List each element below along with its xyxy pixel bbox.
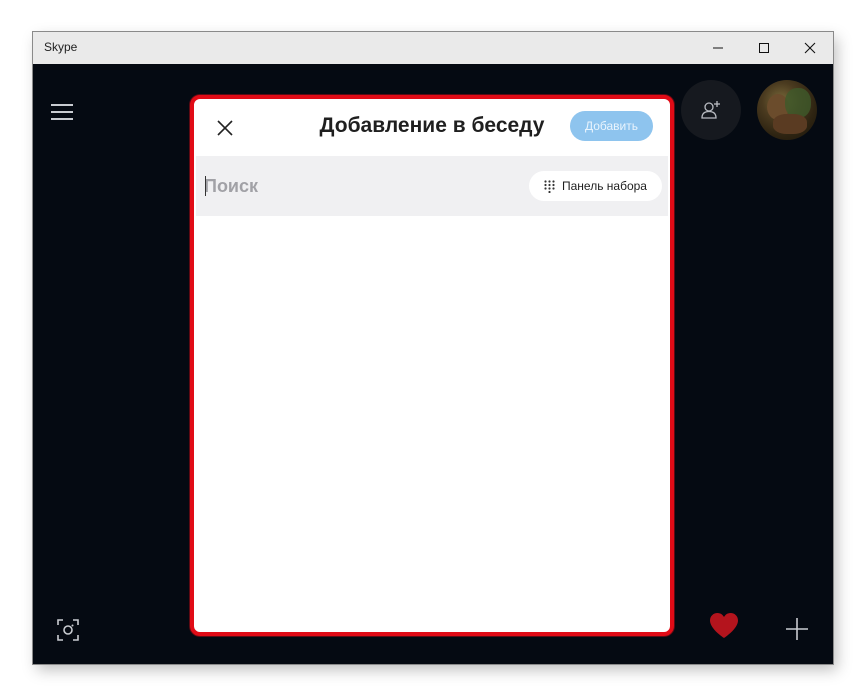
plus-button[interactable] [785, 617, 809, 641]
search-input[interactable] [204, 170, 504, 202]
dialog-header: Добавление в беседу Добавить [196, 101, 668, 156]
dialpad-button[interactable]: Панель набора [529, 171, 662, 201]
search-bar: Панель набора [196, 156, 668, 216]
heart-icon [710, 613, 738, 638]
add-contact-button[interactable] [681, 80, 741, 140]
dialpad-icon [544, 179, 555, 193]
add-to-conversation-dialog: Добавление в беседу Добавить Панель набо… [196, 101, 668, 630]
title-bar: Skype [33, 32, 833, 64]
plus-icon [786, 618, 808, 640]
maximize-icon [759, 43, 769, 53]
maximize-button[interactable] [741, 32, 787, 64]
add-contact-icon [701, 101, 720, 119]
add-button[interactable]: Добавить [570, 111, 653, 141]
user-avatar[interactable] [757, 80, 817, 140]
close-window-button[interactable] [787, 32, 833, 64]
contacts-list [196, 216, 668, 630]
camera-icon [57, 619, 79, 641]
minimize-icon [713, 47, 723, 49]
dialpad-label: Панель набора [562, 179, 647, 193]
window-title: Skype [44, 40, 78, 54]
close-icon [804, 42, 816, 54]
text-caret [205, 176, 206, 196]
heart-button[interactable] [709, 612, 739, 640]
hamburger-icon[interactable] [51, 102, 73, 122]
camera-button[interactable] [56, 618, 80, 642]
minimize-button[interactable] [695, 32, 741, 64]
